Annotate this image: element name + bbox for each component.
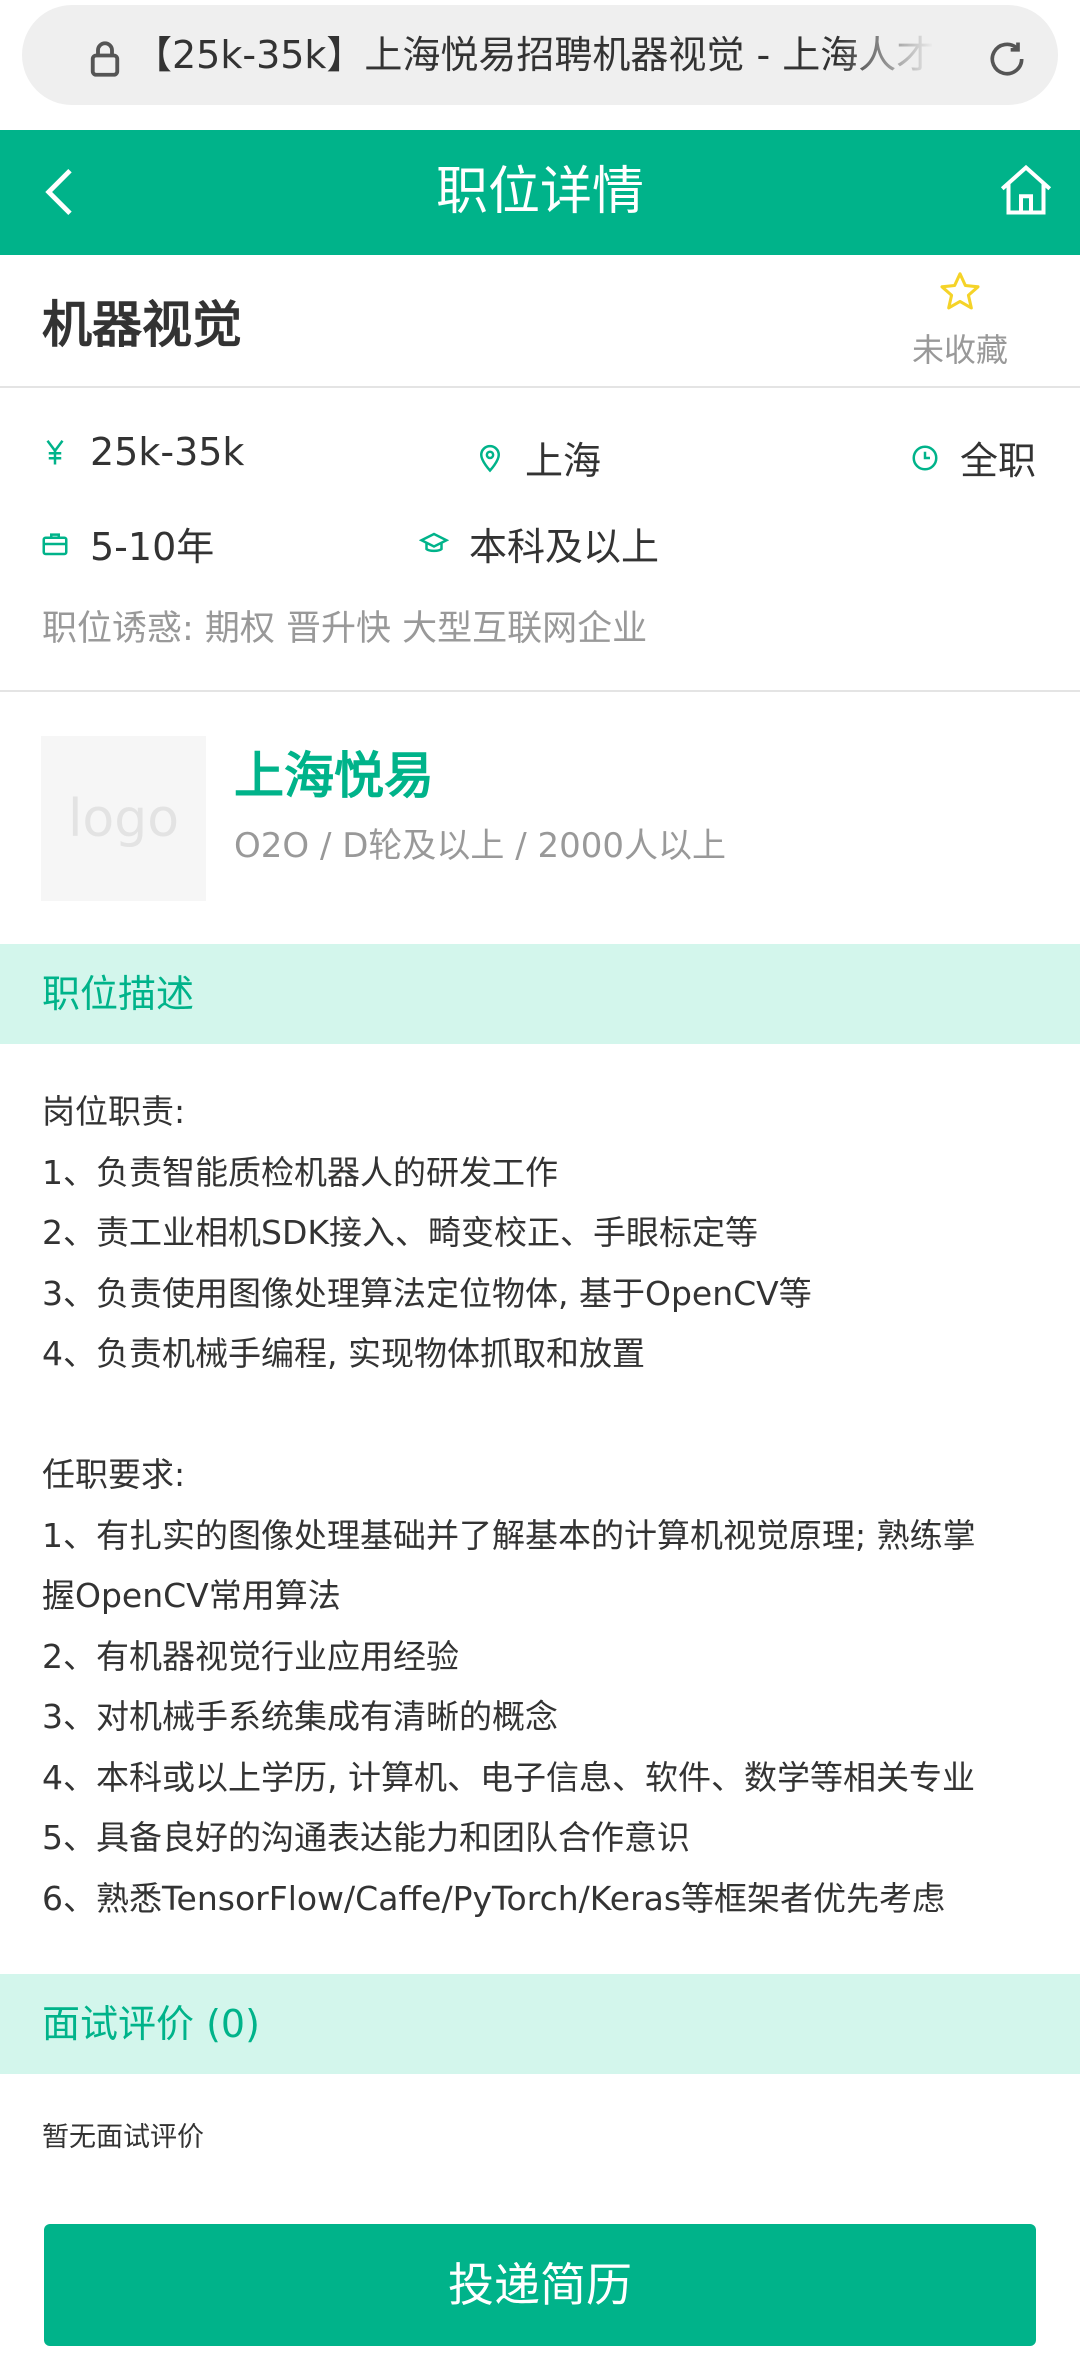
app-header: 职位详情: [0, 130, 1080, 255]
lock-icon: [90, 41, 120, 77]
experience-item: 5-10年: [40, 516, 214, 571]
reload-icon[interactable]: [985, 37, 1029, 81]
section-header-reviews: 面试评价 (0): [0, 1974, 1080, 2074]
briefcase-icon: [42, 532, 68, 555]
list-item: 4、负责机械手编程, 实现物体抓取和放置: [42, 1334, 645, 1373]
city: 上海: [525, 439, 602, 483]
education: 本科及以上: [469, 525, 660, 569]
list-item: 5、具备良好的沟通表达能力和团队合作意识: [42, 1818, 690, 1857]
page-title: 职位详情: [435, 162, 644, 222]
home-icon[interactable]: [996, 158, 1056, 222]
location-icon: [479, 444, 501, 472]
responsibilities-title: 岗位职责:: [42, 1092, 186, 1131]
company-name[interactable]: 上海悦易: [234, 736, 434, 808]
salary-item: 25k-35k: [40, 430, 244, 474]
back-icon[interactable]: [30, 160, 94, 224]
job-type: 全职: [960, 439, 1037, 483]
list-item: 1、负责智能质检机器人的研发工作: [42, 1152, 558, 1192]
browser-toolbar: 【25k-35k】上海悦易招聘机器视觉 - 上海人才招聘: [0, 0, 1080, 130]
url-bar[interactable]: 【25k-35k】上海悦易招聘机器视觉 - 上海人才招聘: [22, 5, 1058, 105]
experience: 5-10年: [90, 525, 215, 569]
job-detail-page: 【25k-35k】上海悦易招聘机器视觉 - 上海人才招聘 职位详情 机器视觉 未…: [0, 0, 1080, 2358]
list-item: 6、熟悉TensorFlow/Caffe/PyTorch/Keras等框架者优先…: [42, 1878, 946, 1918]
list-item: 2、责工业相机SDK接入、畸变校正、手眼标定等: [42, 1213, 758, 1252]
list-item: 握OpenCV常用算法: [42, 1576, 341, 1615]
list-item: 4、本科或以上学历, 计算机、电子信息、软件、数学等相关专业: [42, 1757, 975, 1797]
yuan-icon: [46, 440, 64, 465]
star-icon: [940, 272, 980, 310]
favorite-label: 未收藏: [911, 331, 1008, 369]
list-item: 1、有扎实的图像处理基础并了解基本的计算机视觉原理; 熟练掌: [42, 1515, 976, 1555]
education-item: 本科及以上: [419, 516, 659, 571]
job-title: 机器视觉: [42, 296, 242, 354]
job-info: 25k-35k 上海 全职 5-10年 本科及以上 职位诱惑: 期权 晋升快 大…: [0, 390, 1080, 692]
company-card[interactable]: logo 上海悦易 O2O / D轮及以上 / 2000人以上: [0, 694, 1080, 944]
graduation-cap-icon: [419, 532, 449, 552]
section-header-description: 职位描述: [0, 944, 1080, 1044]
job-perks: 职位诱惑: 期权 晋升快 大型互联网企业: [42, 609, 648, 649]
favorite-button[interactable]: 未收藏: [900, 269, 1020, 379]
city-item: 上海: [475, 430, 601, 485]
requirements-title: 任职要求:: [42, 1455, 186, 1494]
list-item: 3、负责使用图像处理算法定位物体, 基于OpenCV等: [42, 1273, 812, 1313]
company-logo: logo: [41, 736, 206, 901]
list-item: 2、有机器视觉行业应用经验: [42, 1636, 459, 1676]
salary: 25k-35k: [90, 430, 245, 474]
apply-resume-button[interactable]: 投递简历: [44, 2224, 1036, 2346]
job-type-item: 全职: [910, 430, 1036, 485]
list-item: 3、对机械手系统集成有清晰的概念: [42, 1697, 558, 1736]
no-review-text: 暂无面试评价: [42, 2122, 204, 2153]
company-meta: O2O / D轮及以上 / 2000人以上: [234, 826, 727, 866]
url-text[interactable]: 【25k-35k】上海悦易招聘机器视觉 - 上海人才招聘: [134, 5, 934, 105]
job-title-section: 机器视觉 未收藏: [0, 255, 1080, 388]
job-description: 岗位职责: 1、负责智能质检机器人的研发工作 2、责工业相机SDK接入、畸变校正…: [42, 1082, 1042, 1929]
clock-icon: [912, 445, 938, 470]
